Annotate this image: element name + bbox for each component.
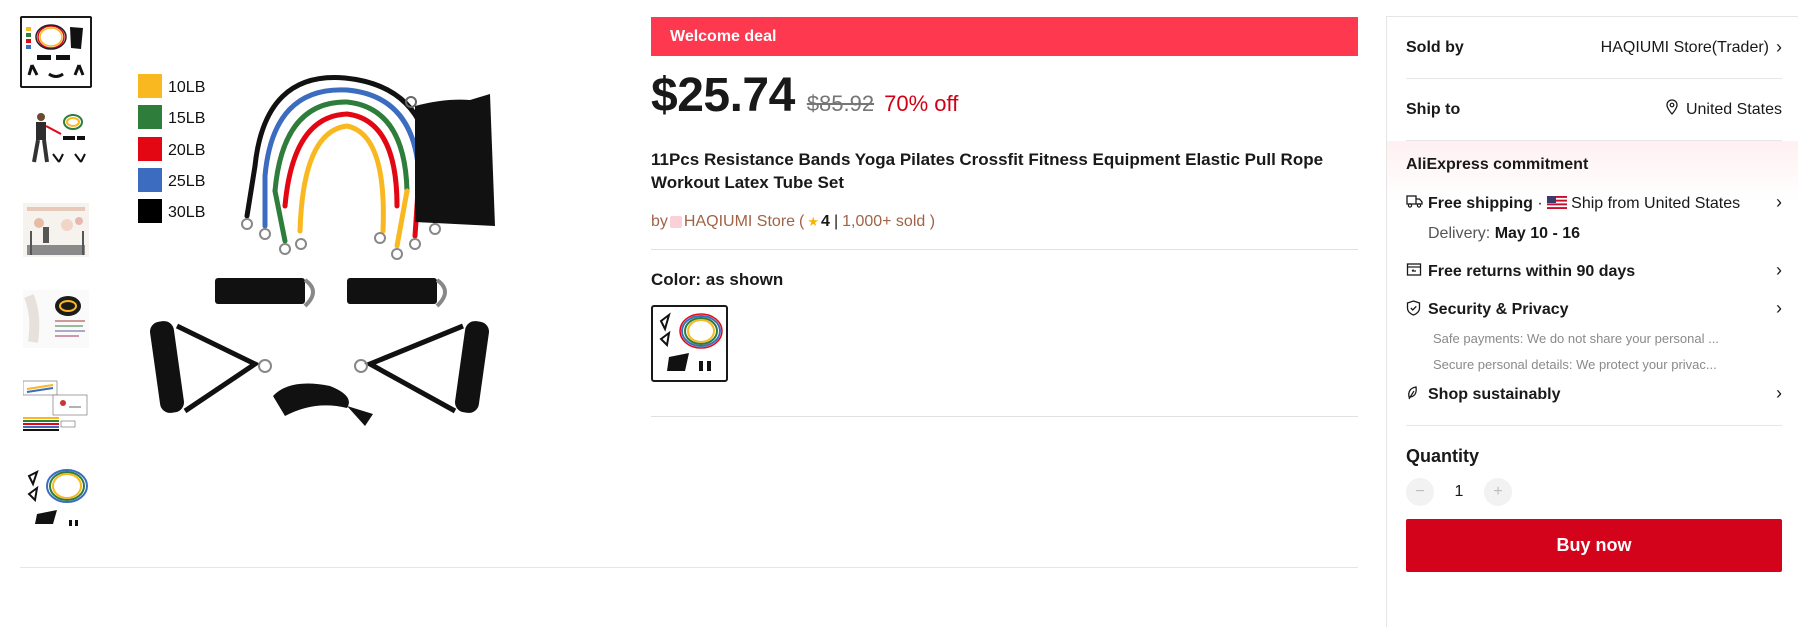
quantity-label: Quantity bbox=[1406, 446, 1480, 466]
ship-from-text: Ship from United States bbox=[1571, 195, 1741, 212]
store-prefix: by bbox=[651, 213, 668, 230]
free-shipping-label: Free shipping bbox=[1428, 195, 1533, 212]
commitment-title: AliExpress commitment bbox=[1406, 156, 1589, 173]
product-title: 11Pcs Resistance Bands Yoga Pilates Cros… bbox=[651, 150, 1324, 192]
discount-badge: 70% off bbox=[884, 91, 959, 116]
security-privacy-row[interactable]: Security & Privacy Safe payments: We do … bbox=[1406, 298, 1782, 373]
shop-sustainably-row[interactable]: Shop sustainably › bbox=[1406, 383, 1782, 407]
quantity-value[interactable]: 1 bbox=[1434, 483, 1484, 501]
quantity-decrease-button[interactable]: − bbox=[1406, 478, 1434, 506]
safe-payments-note: Safe payments: We do not share your pers… bbox=[1433, 331, 1719, 346]
thumbnail-bag-detail[interactable] bbox=[20, 283, 92, 355]
color-label: Color: as shown bbox=[651, 270, 784, 289]
star-icon: ★ bbox=[807, 214, 820, 229]
thumbnail-bands-set[interactable] bbox=[20, 16, 92, 88]
welcome-deal-banner: Welcome deal bbox=[651, 17, 1358, 56]
delivery-label: Delivery: bbox=[1428, 225, 1491, 242]
chevron-right-icon: › bbox=[1776, 260, 1782, 280]
chevron-right-icon: › bbox=[1776, 298, 1782, 318]
divider bbox=[651, 416, 1358, 417]
legend-label-15lb: 15LB bbox=[168, 110, 205, 127]
thumbnail-person-exercising[interactable] bbox=[20, 105, 92, 177]
quantity-increase-button[interactable]: + bbox=[1484, 478, 1512, 506]
color-swatch-as-shown[interactable] bbox=[651, 305, 728, 382]
us-flag-icon bbox=[1547, 193, 1568, 209]
secure-details-note: Secure personal details: We protect your… bbox=[1433, 357, 1717, 372]
chevron-right-icon: › bbox=[1776, 383, 1782, 403]
sold-count: 1,000+ sold ) bbox=[842, 213, 936, 230]
ship-from-separator: · bbox=[1537, 195, 1543, 212]
free-returns-row[interactable]: Free returns within 90 days › bbox=[1406, 260, 1782, 284]
weight-legend bbox=[138, 74, 162, 223]
rating-open-paren: ( bbox=[799, 213, 805, 230]
chevron-right-icon: › bbox=[1776, 37, 1782, 57]
leaf-icon bbox=[1406, 383, 1428, 406]
delivery-info: Delivery: May 10 - 16 bbox=[1428, 222, 1768, 246]
legend-label-25lb: 25LB bbox=[168, 173, 205, 190]
rating-separator: | bbox=[833, 213, 839, 230]
divider bbox=[1406, 425, 1782, 426]
security-title: Security & Privacy bbox=[1428, 301, 1569, 318]
legend-label-20lb: 20LB bbox=[168, 142, 205, 159]
truck-icon bbox=[1406, 192, 1428, 213]
chevron-right-icon: › bbox=[1776, 192, 1782, 212]
legend-label-10lb: 10LB bbox=[168, 79, 205, 96]
price-row: $25.74 $85.92 70% off bbox=[651, 68, 1358, 130]
ship-to-label: Ship to bbox=[1406, 100, 1461, 118]
store-icon bbox=[669, 216, 682, 228]
store-link[interactable]: HAQIUMI Store bbox=[684, 213, 795, 231]
ship-to-country[interactable]: United States bbox=[1686, 101, 1782, 119]
section-divider bbox=[20, 567, 1358, 568]
shop-sustainably-label: Shop sustainably bbox=[1428, 386, 1561, 403]
sold-by-label: Sold by bbox=[1406, 38, 1464, 56]
delivery-dates: May 10 - 16 bbox=[1494, 225, 1581, 242]
shield-icon bbox=[1406, 298, 1428, 321]
free-returns-label: Free returns within 90 days bbox=[1428, 263, 1636, 280]
divider bbox=[651, 249, 1358, 250]
original-price: $85.92 bbox=[806, 91, 875, 116]
current-price: $25.74 bbox=[651, 69, 795, 122]
sold-by-store[interactable]: HAQIUMI Store(Trader) bbox=[1601, 39, 1769, 57]
purchase-panel: Sold by HAQIUMI Store(Trader) › Ship to … bbox=[1386, 16, 1798, 627]
product-info: Welcome deal $25.74 $85.92 70% off 11Pcs… bbox=[651, 17, 1358, 417]
store-rating: 4 bbox=[821, 213, 830, 230]
return-box-icon bbox=[1406, 260, 1428, 282]
thumbnail-bands-layout[interactable] bbox=[20, 461, 92, 533]
sold-by-row[interactable]: Sold by HAQIUMI Store(Trader) › bbox=[1406, 17, 1782, 79]
ship-to-row[interactable]: Ship to United States bbox=[1406, 79, 1782, 141]
thumbnail-list bbox=[20, 16, 92, 550]
store-line: by HAQIUMI Store ( ★ 4 | 1,000+ sold ) bbox=[651, 211, 1358, 233]
quantity-stepper: − 1 + bbox=[1406, 477, 1798, 507]
legend-label-30lb: 30LB bbox=[168, 204, 205, 221]
buy-now-button[interactable]: Buy now bbox=[1406, 519, 1782, 572]
free-shipping-row[interactable]: Free shipping · Ship from United States … bbox=[1406, 192, 1782, 246]
thumbnail-infographic[interactable] bbox=[20, 372, 92, 444]
aliexpress-commitment: AliExpress commitment Free shipping · Sh… bbox=[1387, 141, 1798, 572]
location-pin-icon bbox=[1666, 99, 1678, 120]
thumbnail-gym-scene[interactable] bbox=[20, 194, 92, 266]
main-product-image[interactable]: 10LB 15LB 20LB 25LB 30LB bbox=[115, 16, 615, 516]
